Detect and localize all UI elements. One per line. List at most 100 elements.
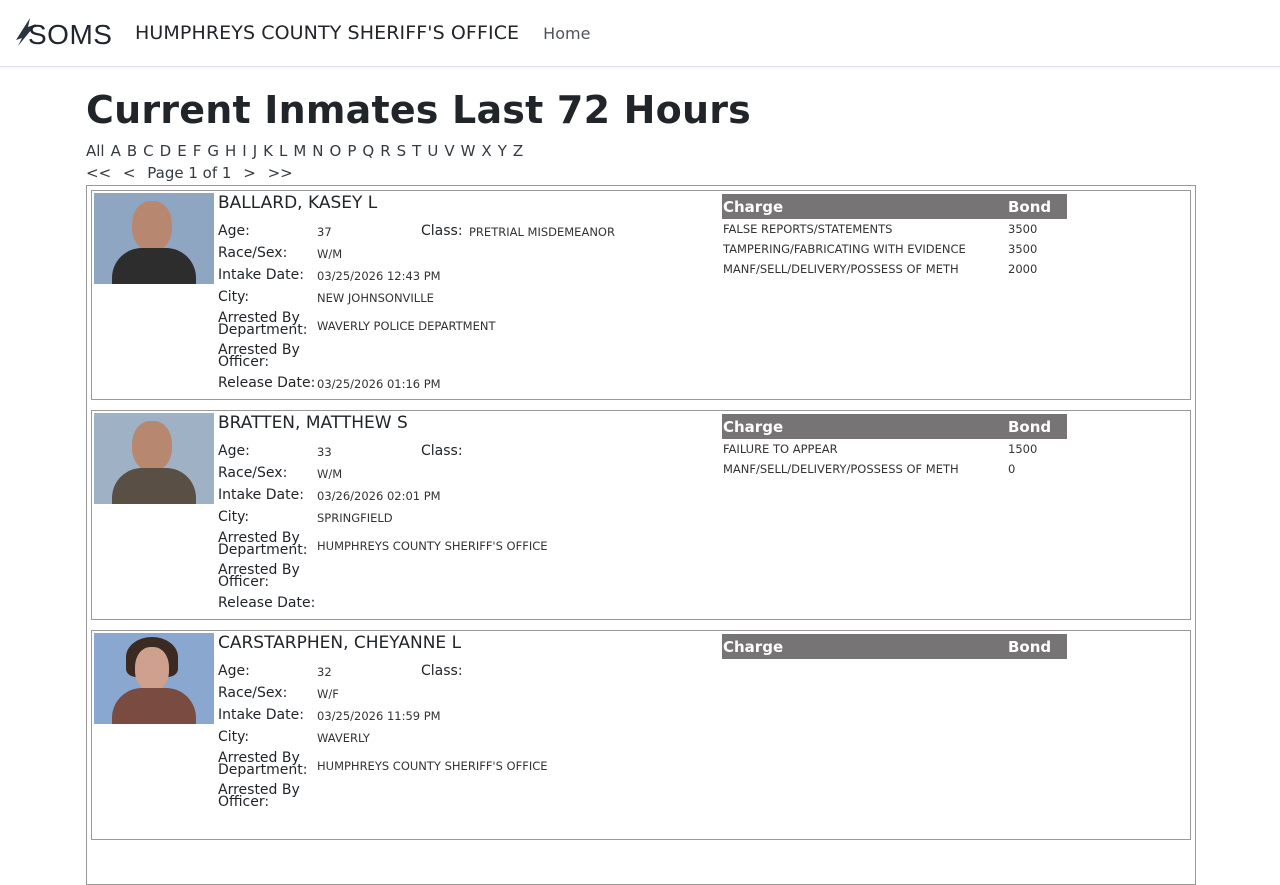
nav-home-link[interactable]: Home (543, 24, 590, 43)
alpha-filter-link[interactable]: F (193, 142, 202, 160)
inmate-info: BRATTEN, MATTHEW S Age: 33 Class: Race/S… (218, 413, 718, 617)
department-value: HUMPHREYS COUNTY SHERIFF'S OFFICE (317, 539, 548, 553)
charges-table: Charge Bond FAILURE TO APPEAR 1500 MANF/S… (722, 414, 1067, 479)
alphabet-filter: All A B C D E F G H I J K L M N O P Q R S T U V W X Y Z (86, 142, 1196, 160)
alpha-filter-link[interactable]: Z (513, 142, 523, 160)
alpha-filter-link[interactable]: D (160, 142, 172, 160)
alpha-filter-link[interactable]: S (397, 142, 407, 160)
alpha-filter-link[interactable]: H (225, 142, 236, 160)
alpha-filter-link[interactable]: L (279, 142, 287, 160)
inmate-card: BALLARD, KASEY L Age: 37 Class: PRETRIAL… (91, 190, 1191, 400)
logo-text: SOMS (28, 19, 113, 50)
city-label: City: (218, 729, 250, 745)
alpha-filter-link[interactable]: J (253, 142, 257, 160)
alpha-filter-link[interactable]: All (86, 142, 105, 160)
class-value: PRETRIAL MISDEMEANOR (469, 225, 615, 239)
alpha-filter-link[interactable]: P (347, 142, 356, 160)
intake-label: Intake Date: (218, 487, 304, 503)
inmate-card: BRATTEN, MATTHEW S Age: 33 Class: Race/S… (91, 410, 1191, 620)
department-label: Arrested By Department: (218, 310, 308, 338)
alpha-filter-link[interactable]: Q (362, 142, 374, 160)
inmate-list: BALLARD, KASEY L Age: 37 Class: PRETRIAL… (86, 185, 1196, 885)
inmate-name: BRATTEN, MATTHEW S (218, 413, 408, 433)
alpha-filter-link[interactable]: C (143, 142, 153, 160)
site-title: HUMPHREYS COUNTY SHERIFF'S OFFICE (135, 22, 520, 44)
brand-link[interactable]: SOMS HUMPHREYS COUNTY SHERIFF'S OFFICE (16, 18, 520, 50)
class-label: Class: (421, 223, 463, 239)
department-label: Arrested By Department: (218, 750, 308, 778)
race-sex-label: Race/Sex: (218, 245, 288, 261)
city-value: WAVERLY (317, 731, 370, 745)
city-value: NEW JOHNSONVILLE (317, 291, 434, 305)
alpha-filter-link[interactable]: W (461, 142, 476, 160)
class-label: Class: (421, 663, 463, 679)
alpha-filter-link[interactable]: G (207, 142, 219, 160)
inmate-info: CARSTARPHEN, CHEYANNE L Age: 32 Class: R… (218, 633, 718, 815)
race-sex-value: W/M (317, 247, 343, 261)
age-value: 32 (317, 665, 332, 679)
release-label: Release Date: (218, 595, 316, 611)
age-label: Age: (218, 223, 250, 239)
charges-table: Charge Bond FALSE REPORTS/STATEMENTS 3500… (722, 194, 1067, 279)
alpha-filter-link[interactable]: E (177, 142, 186, 160)
charge-row: TAMPERING/FABRICATING WITH EVIDENCE 3500 (723, 242, 1038, 256)
release-value: 03/25/2026 01:16 PM (317, 377, 441, 391)
officer-label: Arrested By Officer: (218, 562, 300, 590)
charges-header: Charge Bond (722, 194, 1067, 219)
pager-first-link[interactable]: << (86, 164, 111, 182)
alpha-filter-link[interactable]: R (380, 142, 390, 160)
pager: << < Page 1 of 1 > >> (86, 164, 1196, 182)
release-label: Release Date: (218, 375, 316, 391)
alpha-filter-link[interactable]: T (412, 142, 421, 160)
intake-value: 03/26/2026 02:01 PM (317, 489, 441, 503)
city-value: SPRINGFIELD (317, 511, 393, 525)
intake-value: 03/25/2026 11:59 PM (317, 709, 441, 723)
department-value: HUMPHREYS COUNTY SHERIFF'S OFFICE (317, 759, 548, 773)
navbar: SOMS HUMPHREYS COUNTY SHERIFF'S OFFICE H… (0, 0, 1280, 67)
age-value: 37 (317, 225, 332, 239)
alpha-filter-link[interactable]: V (444, 142, 454, 160)
charge-row: MANF/SELL/DELIVERY/POSSESS OF METH 2000 (723, 262, 1038, 276)
race-sex-value: W/M (317, 467, 343, 481)
charge-row: MANF/SELL/DELIVERY/POSSESS OF METH 0 (723, 462, 1016, 476)
officer-label: Arrested By Officer: (218, 342, 300, 370)
alpha-filter-link[interactable]: U (427, 142, 438, 160)
intake-label: Intake Date: (218, 707, 304, 723)
charge-row: FAILURE TO APPEAR 1500 (723, 442, 1038, 456)
officer-label: Arrested By Officer: (218, 782, 300, 810)
pager-last-link[interactable]: >> (268, 164, 293, 182)
race-sex-label: Race/Sex: (218, 465, 288, 481)
charge-row: FALSE REPORTS/STATEMENTS 3500 (723, 222, 1038, 236)
alpha-filter-link[interactable]: I (242, 142, 246, 160)
pager-next-link[interactable]: > (243, 164, 256, 182)
charges-header: Charge Bond (722, 634, 1067, 659)
main-container: Current Inmates Last 72 Hours All A B C D E F G… (0, 88, 1196, 885)
soms-logo: SOMS (16, 18, 116, 50)
alpha-filter-link[interactable]: O (330, 142, 342, 160)
inmate-photo[interactable] (94, 193, 214, 284)
department-value: WAVERLY POLICE DEPARTMENT (317, 319, 496, 333)
alpha-filter-link[interactable]: X (481, 142, 491, 160)
pager-label: Page 1 of 1 (147, 164, 232, 182)
alpha-filter-link[interactable]: Y (498, 142, 507, 160)
alpha-filter-link[interactable]: A (111, 142, 121, 160)
charges-table: Charge Bond (722, 634, 1067, 659)
inmate-name: BALLARD, KASEY L (218, 193, 378, 213)
page-title: Current Inmates Last 72 Hours (86, 88, 751, 132)
inmate-name: CARSTARPHEN, CHEYANNE L (218, 633, 462, 653)
inmate-photo[interactable] (94, 413, 214, 504)
alpha-filter-link[interactable]: N (312, 142, 323, 160)
inmate-info: BALLARD, KASEY L Age: 37 Class: PRETRIAL… (218, 193, 718, 397)
city-label: City: (218, 289, 250, 305)
inmate-photo[interactable] (94, 633, 214, 724)
alpha-filter-link[interactable]: M (293, 142, 306, 160)
class-label: Class: (421, 443, 463, 459)
age-label: Age: (218, 663, 250, 679)
intake-value: 03/25/2026 12:43 PM (317, 269, 441, 283)
age-label: Age: (218, 443, 250, 459)
pager-prev-link[interactable]: < (123, 164, 136, 182)
race-sex-value: W/F (317, 687, 339, 701)
alpha-filter-link[interactable]: B (127, 142, 137, 160)
alpha-filter-link[interactable]: K (263, 142, 273, 160)
inmate-card: CARSTARPHEN, CHEYANNE L Age: 32 Class: R… (91, 630, 1191, 840)
